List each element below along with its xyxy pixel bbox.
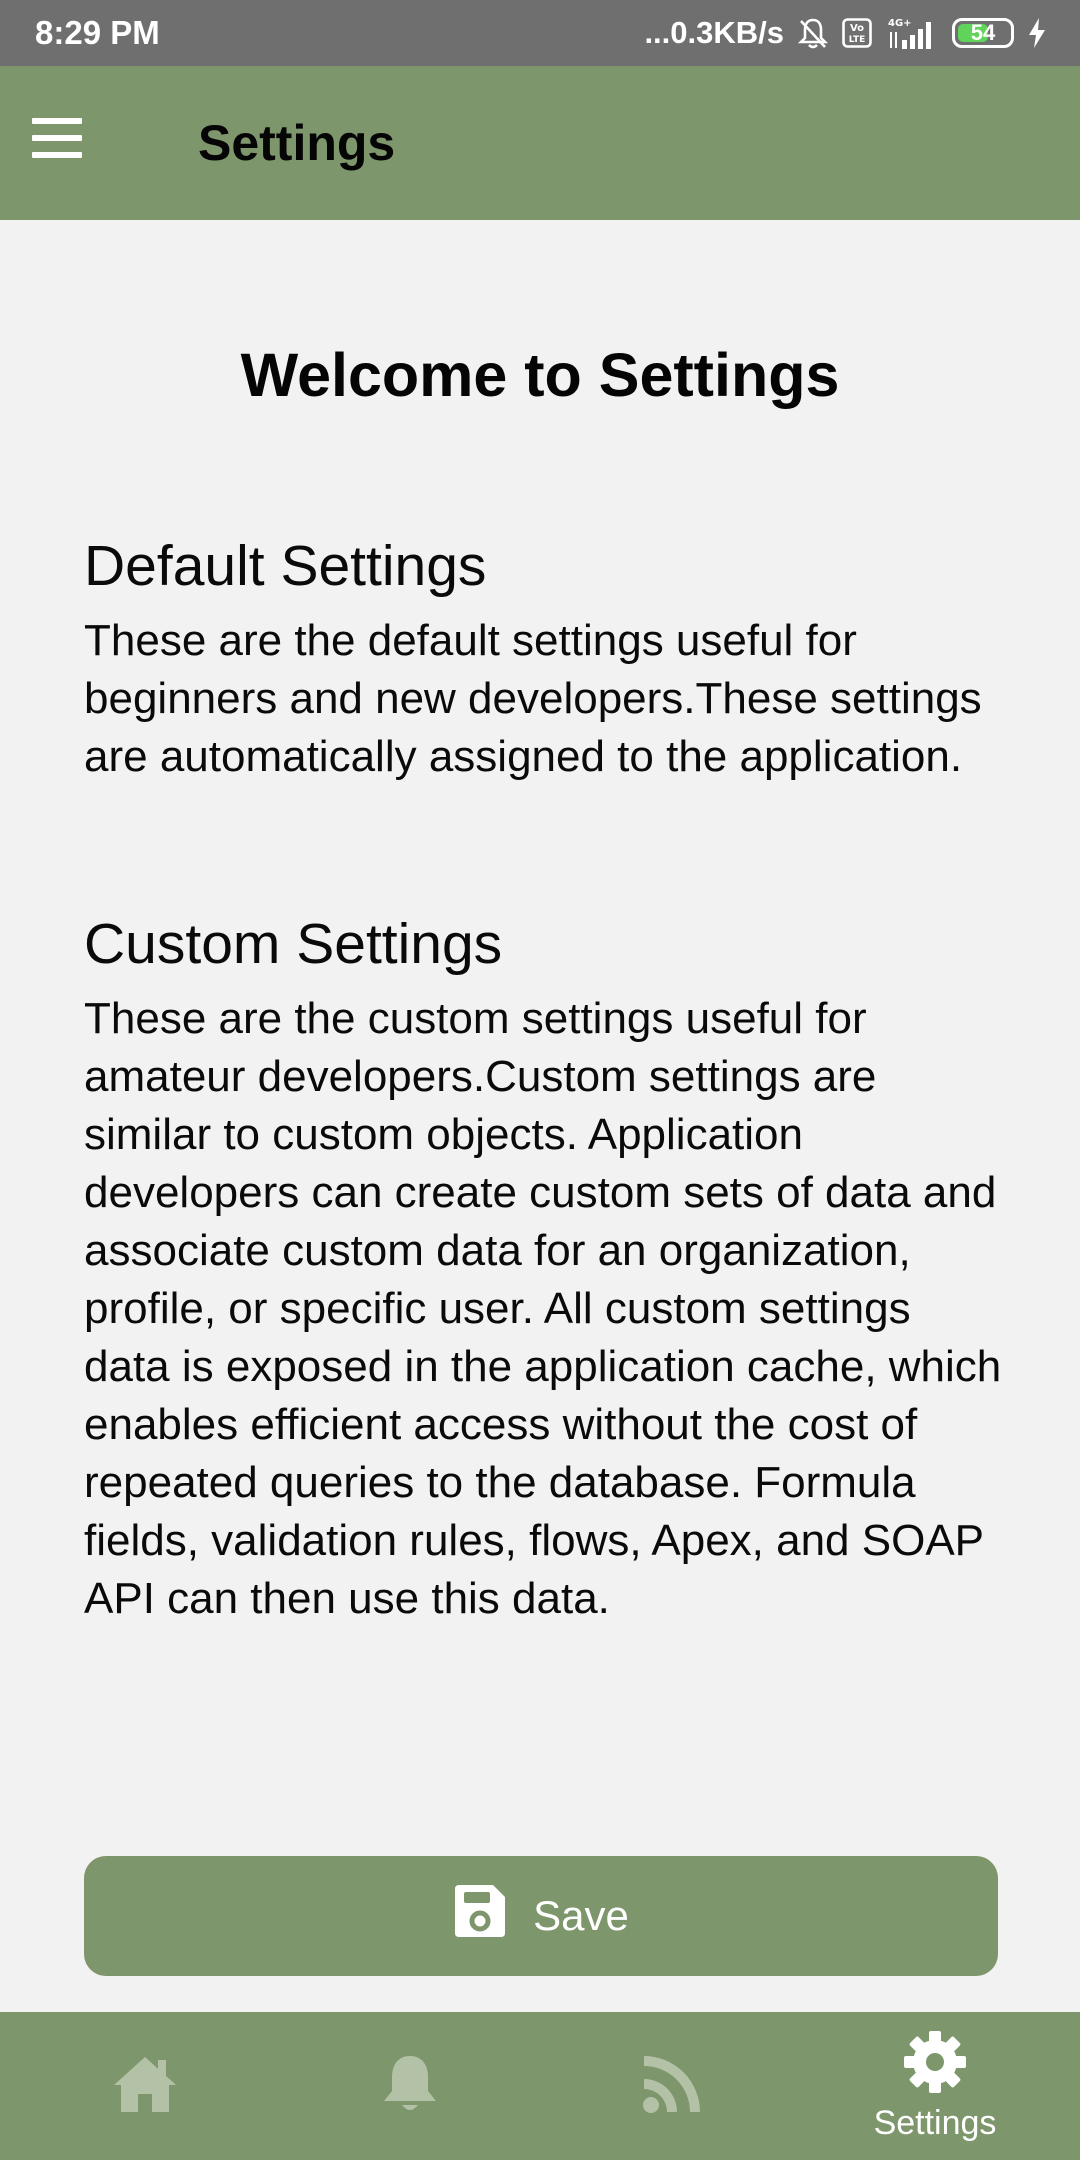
nav-home[interactable] (45, 2012, 245, 2160)
home-icon (112, 2054, 178, 2119)
save-button-label: Save (533, 1892, 629, 1939)
nav-settings[interactable]: Settings (835, 2012, 1035, 2160)
nav-notifications[interactable] (310, 2012, 510, 2160)
default-settings-heading: Default Settings (84, 534, 487, 598)
bottom-navigation: Settings (0, 2012, 1080, 2160)
app-bar-title: Settings (198, 115, 396, 171)
save-button[interactable]: Save (84, 1856, 998, 1976)
hamburger-menu-icon[interactable] (32, 118, 82, 158)
battery-icon: 54 (952, 18, 1014, 48)
mute-bell-icon (798, 17, 828, 49)
svg-text:4G+: 4G+ (888, 18, 912, 29)
svg-text:Vo: Vo (850, 23, 864, 34)
custom-settings-description: These are the custom settings useful for… (84, 994, 1002, 1623)
settings-content: Welcome to Settings Default Settings The… (0, 220, 1080, 2012)
rss-feed-icon (642, 2054, 702, 2119)
battery-level: 54 (970, 20, 996, 45)
status-bar: 8:29 PM ...0.3KB/s Vo LTE 4G+ 54 (0, 0, 1080, 66)
app-bar: Settings (0, 66, 1080, 220)
volte-icon: Vo LTE (842, 18, 872, 48)
gear-icon (902, 2029, 968, 2100)
floppy-disk-icon (453, 1883, 507, 1949)
network-speed: ...0.3KB/s (644, 15, 784, 50)
default-settings-description: These are the default settings useful fo… (84, 616, 982, 781)
default-settings-section: Default Settings These are the default s… (84, 532, 1004, 786)
nav-feed[interactable] (572, 2012, 772, 2160)
signal-4g-icon: 4G+ (886, 16, 938, 50)
charging-bolt-icon (1028, 18, 1046, 48)
custom-settings-heading: Custom Settings (84, 912, 503, 976)
status-time: 8:29 PM (35, 14, 160, 51)
status-icons: ...0.3KB/s Vo LTE 4G+ 54 (644, 15, 1046, 51)
svg-text:LTE: LTE (849, 35, 866, 45)
custom-settings-section: Custom Settings These are the custom set… (84, 910, 1004, 1628)
nav-settings-label: Settings (873, 2104, 997, 2142)
page-title: Welcome to Settings (240, 341, 840, 409)
bell-icon (381, 2053, 439, 2120)
